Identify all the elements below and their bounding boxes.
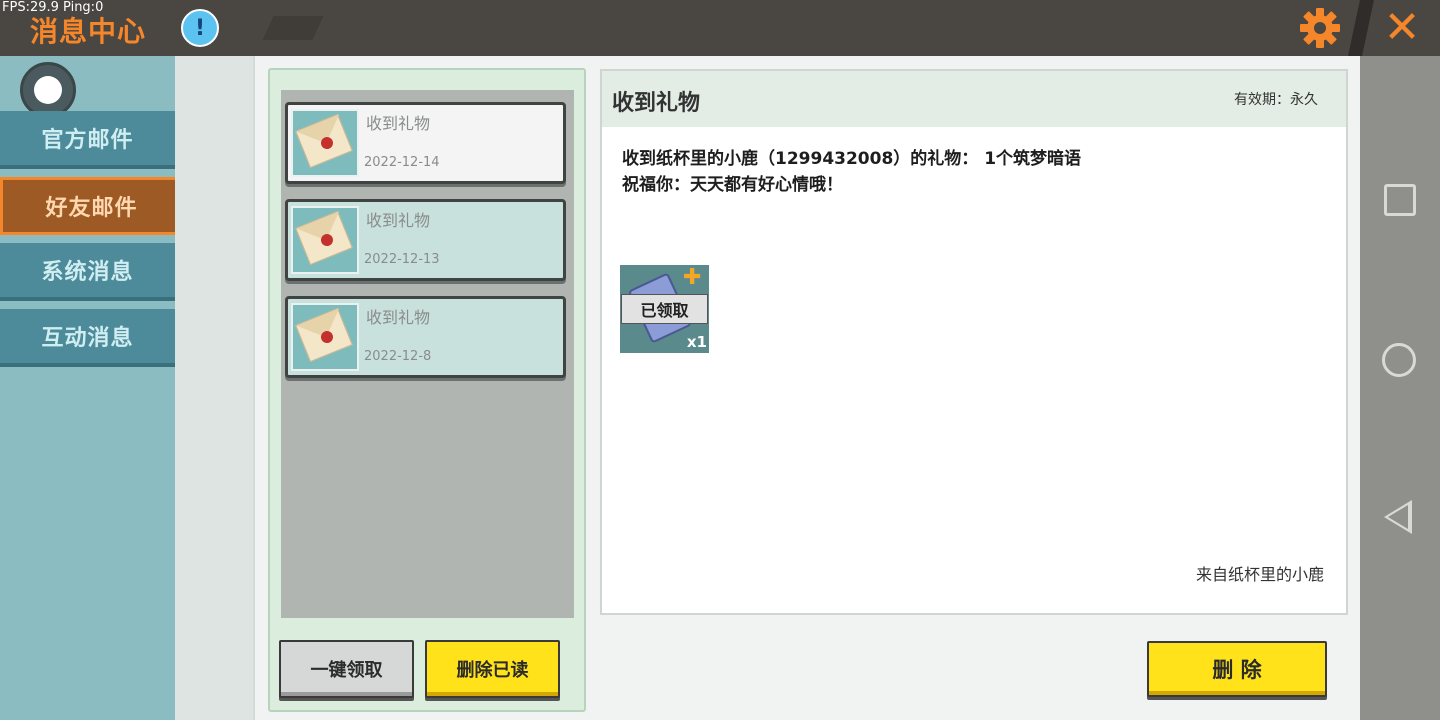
system-nav-bar (1360, 56, 1440, 720)
mail-body-line-1: 收到纸杯里的小鹿（1299432008）的礼物： 1个筑梦暗语 (622, 149, 1082, 169)
envelope-icon (295, 307, 353, 363)
top-bar: FPS:29.9 Ping:0 消息中心 ! ✕ (0, 0, 1440, 56)
background-stripe (175, 56, 253, 720)
seal-icon (319, 232, 335, 248)
tab-system-messages[interactable]: 系统消息 (0, 243, 175, 301)
claimed-badge: 已领取 (621, 294, 708, 324)
envelope-icon (295, 113, 353, 169)
mail-title: 收到礼物 (366, 308, 431, 327)
circle-icon[interactable] (1382, 343, 1416, 377)
info-glyph: ! (194, 15, 206, 41)
mail-thumbnail (291, 109, 359, 177)
back-triangle-icon[interactable] (1384, 500, 1412, 534)
seal-icon (319, 329, 335, 345)
mail-detail-header: 收到礼物 有效期：永久 (602, 71, 1346, 127)
seal-icon (319, 135, 335, 151)
envelope-icon (295, 210, 353, 266)
mail-title: 收到礼物 (366, 211, 431, 230)
list-item[interactable]: 收到礼物 2022-12-13 (285, 199, 566, 281)
mail-thumbnail (291, 206, 359, 274)
mail-date: 2022-12-8 (364, 349, 432, 364)
info-icon[interactable]: ! (181, 9, 219, 47)
mail-body-line-2: 祝福你：天天都有好心情哦！ (622, 175, 843, 195)
page-title: 消息中心 (30, 15, 147, 48)
validity-label: 有效期：永久 (1234, 92, 1318, 108)
mail-date: 2022-12-13 (364, 252, 440, 267)
item-quantity: x1 (686, 333, 707, 351)
sender-label: 来自纸杯里的小鹿 (1195, 565, 1324, 584)
square-icon[interactable] (1384, 184, 1416, 216)
tab-interaction-messages[interactable]: 互动消息 (0, 309, 175, 367)
tab-friend-mail[interactable]: 好友邮件 (0, 177, 183, 235)
delete-button[interactable]: 删 除 (1147, 641, 1327, 697)
header-decoration (262, 16, 324, 40)
delete-read-button[interactable]: 删除已读 (425, 640, 560, 698)
mail-thumbnail (291, 303, 359, 371)
list-item[interactable]: 收到礼物 2022-12-8 (285, 296, 566, 378)
tab-official-mail[interactable]: 官方邮件 (0, 111, 175, 169)
puzzle-icon: ✚ (683, 265, 702, 290)
avatar[interactable] (20, 62, 76, 118)
close-icon[interactable]: ✕ (1378, 6, 1426, 50)
mail-title: 收到礼物 (366, 114, 431, 133)
mail-date: 2022-12-14 (364, 155, 440, 170)
list-item[interactable]: 收到礼物 2022-12-14 (285, 102, 566, 184)
attachment-item[interactable]: ✚ 已领取 x1 (620, 265, 709, 353)
gear-icon[interactable] (1298, 6, 1342, 50)
mail-detail-title: 收到礼物 (612, 91, 701, 116)
claim-all-button[interactable]: 一键领取 (279, 640, 414, 698)
